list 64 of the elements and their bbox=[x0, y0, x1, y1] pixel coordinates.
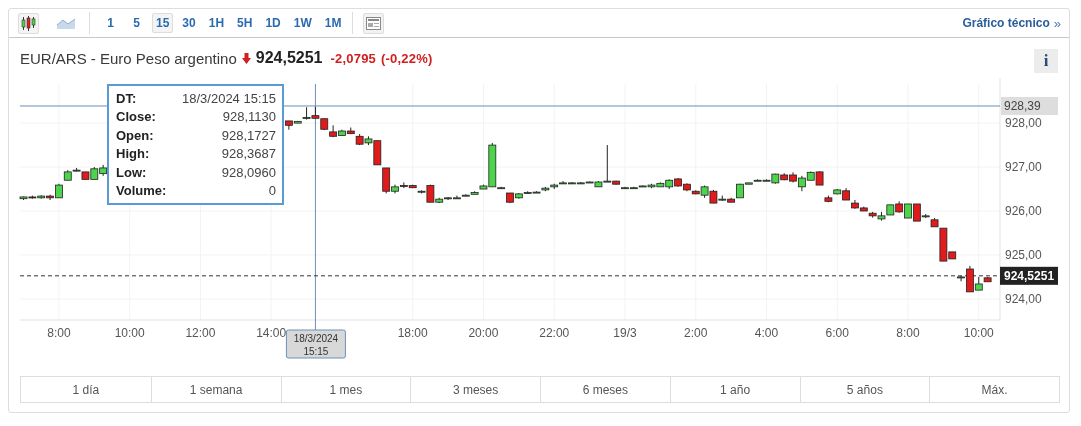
price-axis-label: 928,00 bbox=[1005, 116, 1042, 131]
area-chart-icon bbox=[57, 17, 76, 29]
ref-line-label: 18/3/2024 15:15 bbox=[293, 333, 339, 357]
time-axis-label: 20:00 bbox=[468, 326, 499, 340]
interval-button[interactable]: 15 bbox=[152, 13, 174, 33]
candle bbox=[877, 211, 886, 222]
tooltip-value: 928,1130 bbox=[221, 108, 276, 127]
technical-chart-link[interactable]: Gráfico técnico » bbox=[962, 15, 1061, 31]
price-axis-label: 924,00 bbox=[1005, 291, 1042, 306]
layout-button[interactable] bbox=[363, 12, 385, 34]
tooltip-label: Volume: bbox=[116, 182, 167, 201]
candlestick-icon bbox=[21, 15, 36, 31]
price-marker: 928,39 bbox=[1001, 96, 1058, 115]
time-axis-label: 19/3 bbox=[613, 326, 637, 340]
price-change: -2,0795 bbox=[330, 50, 376, 66]
tooltip-value: 928,3687 bbox=[220, 145, 276, 164]
chart-type-button[interactable] bbox=[18, 12, 39, 34]
instrument-name: EUR/ARS - Euro Peso argentino bbox=[20, 49, 237, 67]
price-axis-label: 927,00 bbox=[1005, 160, 1042, 175]
last-price: 924,5251 bbox=[255, 49, 323, 67]
price-axis-label: 925,00 bbox=[1005, 247, 1042, 262]
tooltip-label: DT: bbox=[116, 90, 138, 108]
time-axis-label: 18:00 bbox=[397, 326, 428, 340]
time-marker: 18/3/2024 15:15 bbox=[285, 329, 346, 359]
candle bbox=[895, 200, 904, 214]
layout-icon bbox=[366, 16, 382, 30]
time-axis-label: 4:00 bbox=[754, 326, 779, 340]
time-axis-label: 14:00 bbox=[256, 326, 287, 340]
time-axis-label: 10:00 bbox=[114, 326, 145, 340]
time-axis-label: 8:00 bbox=[47, 326, 71, 340]
ref-line-label: 928,39 bbox=[1004, 99, 1042, 114]
time-axis-label: 10:00 bbox=[963, 326, 994, 340]
ref-line-label: 924,5251 bbox=[1004, 269, 1055, 284]
price-axis-label: 926,00 bbox=[1005, 204, 1042, 218]
interval-button[interactable]: 1 bbox=[100, 13, 121, 33]
candle bbox=[320, 118, 329, 131]
time-axis-label: 12:00 bbox=[185, 326, 216, 340]
interval-button[interactable]: 1W bbox=[289, 13, 316, 33]
tooltip-label: High: bbox=[116, 145, 151, 164]
candle bbox=[780, 172, 789, 181]
interval-button[interactable]: 1D bbox=[261, 13, 285, 33]
interval-button[interactable]: 5H bbox=[233, 13, 257, 33]
tooltip-label: Low: bbox=[116, 163, 148, 182]
interval-button[interactable]: 1H bbox=[204, 13, 229, 33]
tooltip-label: Close: bbox=[116, 108, 157, 127]
time-axis-label: 22:00 bbox=[539, 326, 570, 340]
info-button[interactable]: i bbox=[1034, 49, 1058, 73]
tooltip-value: 928,1727 bbox=[220, 126, 276, 145]
candle bbox=[886, 204, 895, 216]
last-price-marker: 924,5251 bbox=[1000, 266, 1058, 285]
tooltip-value: 0 bbox=[267, 182, 276, 201]
double-arrow-icon: » bbox=[1053, 15, 1061, 31]
candle bbox=[99, 164, 108, 177]
tooltip-value: 928,0960 bbox=[220, 163, 276, 182]
interval-button[interactable]: 1M bbox=[320, 13, 346, 33]
tooltip-label: Open: bbox=[116, 126, 155, 145]
interval-button[interactable]: 5 bbox=[126, 13, 147, 33]
percent-change: (-0,22%) bbox=[381, 50, 433, 66]
candle bbox=[311, 106, 320, 120]
time-axis-label: 2:00 bbox=[684, 326, 708, 340]
time-axis-label: 8:00 bbox=[896, 326, 920, 340]
interval-button[interactable]: 30 bbox=[178, 13, 200, 33]
tooltip-value: 18/3/2024 15:15 bbox=[181, 90, 276, 108]
time-axis-label: 6:00 bbox=[825, 326, 849, 340]
